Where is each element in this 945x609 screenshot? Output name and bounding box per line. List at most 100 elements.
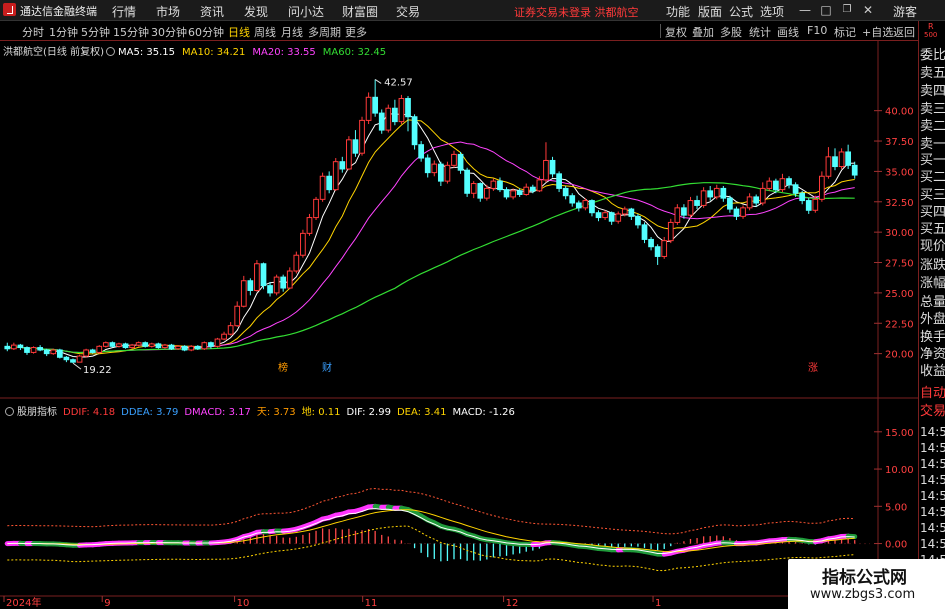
x-tick-label-3: 11 xyxy=(365,598,378,609)
candle-body xyxy=(76,355,83,363)
candle-body xyxy=(280,276,287,289)
sidebar-item-18[interactable]: 收益 xyxy=(920,364,945,380)
candle-body xyxy=(300,232,306,256)
y-tick-label-4: 30.00 xyxy=(885,228,914,239)
sidebar-item-20[interactable]: 交易 xyxy=(920,404,945,420)
menu-hangqing[interactable]: 行情 xyxy=(112,3,136,20)
sidebar-item-8[interactable]: 买三 xyxy=(920,188,945,204)
sidebar-item-11[interactable]: 现价 xyxy=(920,239,945,255)
sidebar-item-19[interactable]: 自动 xyxy=(920,386,945,402)
sidebar-item-16[interactable]: 换手 xyxy=(920,330,945,346)
candle-body xyxy=(687,200,694,216)
sidebar-item-2[interactable]: 卖四 xyxy=(920,84,945,100)
fuquan-button[interactable]: 复权 xyxy=(665,24,687,40)
menu-wenxiaoda[interactable]: 问小达 xyxy=(288,3,324,20)
sidebar-item-4[interactable]: 卖二 xyxy=(920,119,945,135)
candle-body xyxy=(707,190,714,198)
r-badge: R 500 xyxy=(919,22,945,42)
sidebar-item-0[interactable]: 委比 xyxy=(920,48,945,64)
period-multi[interactable]: 多周期 xyxy=(308,24,341,40)
period-5min[interactable]: 5分钟 xyxy=(81,24,110,40)
menu-gongshi[interactable]: 公式 xyxy=(729,3,753,20)
sidebar-item-13[interactable]: 涨幅 xyxy=(920,276,945,292)
minimize-icon[interactable]: — xyxy=(797,2,813,18)
sub-label-2: DMACD: 3.17 xyxy=(184,407,251,418)
statistics-button[interactable]: 统计 xyxy=(749,24,771,40)
menu-banmian[interactable]: 版面 xyxy=(698,3,722,20)
menu-xuanxiang[interactable]: 选项 xyxy=(760,3,784,20)
ma-label-0: MA5: 35.15 xyxy=(117,47,175,58)
event-marker-0: 榜 xyxy=(278,361,288,374)
period-60min[interactable]: 60分钟 xyxy=(188,24,224,40)
draw-line-button[interactable]: 画线 xyxy=(777,24,799,40)
candle-body xyxy=(457,153,464,171)
menu-jiaoyi[interactable]: 交易 xyxy=(396,3,420,20)
sidebar-item-15[interactable]: 外盘 xyxy=(920,312,945,328)
y-tick-label-6: 35.00 xyxy=(885,167,914,178)
add-watchlist-button[interactable]: +自选 xyxy=(862,24,893,40)
candle-body xyxy=(483,187,490,199)
period-weekly[interactable]: 周线 xyxy=(254,24,276,40)
back-button[interactable]: 返回 xyxy=(893,24,915,40)
period-15min[interactable]: 15分钟 xyxy=(113,24,149,40)
period-daily[interactable]: 日线 xyxy=(228,24,250,40)
candle-body xyxy=(819,175,825,200)
candle-body xyxy=(694,200,700,206)
sidebar-item-7[interactable]: 买二 xyxy=(920,170,945,186)
candle-body xyxy=(674,207,681,223)
menu-caifuquan[interactable]: 财富圈 xyxy=(342,3,378,20)
candle-body xyxy=(240,280,247,307)
menu-shichang[interactable]: 市场 xyxy=(156,3,180,20)
candle-body xyxy=(378,112,385,131)
candle-body xyxy=(582,200,589,209)
candle-body xyxy=(306,217,313,234)
candle-body xyxy=(109,342,116,347)
f10-button[interactable]: F10 xyxy=(807,24,827,37)
candle-body xyxy=(313,198,319,219)
kline-chart[interactable]: 20.00 22.50 25.00 27.50 30.00 32.50 35.00 37.50… xyxy=(0,40,918,609)
settings-dot-icon[interactable] xyxy=(105,47,115,56)
sidebar-item-6[interactable]: 买一 xyxy=(920,153,945,169)
period-more[interactable]: 更多 xyxy=(345,24,367,40)
sidebar-item-1[interactable]: 卖五 xyxy=(920,66,945,82)
sidebar-item-17[interactable]: 净资 xyxy=(920,347,945,363)
sub-label-1: DDEA: 3.79 xyxy=(121,407,179,418)
candle-body xyxy=(411,116,418,146)
period-monthly[interactable]: 月线 xyxy=(281,24,303,40)
sidebar-item-10[interactable]: 买五 xyxy=(920,222,945,238)
candle-body xyxy=(713,187,720,198)
candle-body xyxy=(516,190,523,195)
candle-body xyxy=(792,184,799,194)
menu-zixun[interactable]: 资讯 xyxy=(200,3,224,20)
candles-group xyxy=(4,79,858,364)
maximize-icon[interactable]: □ xyxy=(818,2,834,18)
close-icon[interactable]: ✕ xyxy=(860,2,876,18)
candle-body xyxy=(194,345,201,350)
sidebar-item-14[interactable]: 总量 xyxy=(920,295,945,311)
overlay-button[interactable]: 叠加 xyxy=(692,24,714,40)
period-30min[interactable]: 30分钟 xyxy=(151,24,187,40)
candle-body xyxy=(365,96,372,121)
trade-login-warning[interactable]: 证券交易未登录 洪都航空 xyxy=(514,4,639,20)
event-marker-1: 财 xyxy=(322,361,332,374)
candle-body xyxy=(786,178,792,186)
menu-gongneng[interactable]: 功能 xyxy=(666,3,690,20)
multi-stock-button[interactable]: 多股 xyxy=(720,24,742,40)
sidebar-item-12[interactable]: 涨跌 xyxy=(920,258,945,274)
sidebar-item-5[interactable]: 卖一 xyxy=(920,137,945,153)
period-1min[interactable]: 1分钟 xyxy=(49,24,78,40)
candle-body xyxy=(444,164,451,182)
watermark: 指标公式网 www.zbgs3.com xyxy=(788,559,945,609)
sidebar-item-3[interactable]: 卖三 xyxy=(920,102,945,118)
badge-number: 500 xyxy=(924,31,938,39)
guest-label[interactable]: 游客 xyxy=(893,3,917,20)
sidebar-item-9[interactable]: 买四 xyxy=(920,205,945,221)
sub-settings-dot-icon[interactable] xyxy=(5,407,14,416)
x-tick-label-5: 1 xyxy=(655,598,661,609)
menu-faxian[interactable]: 发现 xyxy=(244,3,268,20)
candle-body xyxy=(372,96,379,114)
period-fenshi[interactable]: 分时 xyxy=(22,24,44,40)
restore-icon[interactable]: ❐ xyxy=(839,2,855,18)
mark-button[interactable]: 标记 xyxy=(834,24,856,40)
badge-r: R xyxy=(928,22,934,31)
